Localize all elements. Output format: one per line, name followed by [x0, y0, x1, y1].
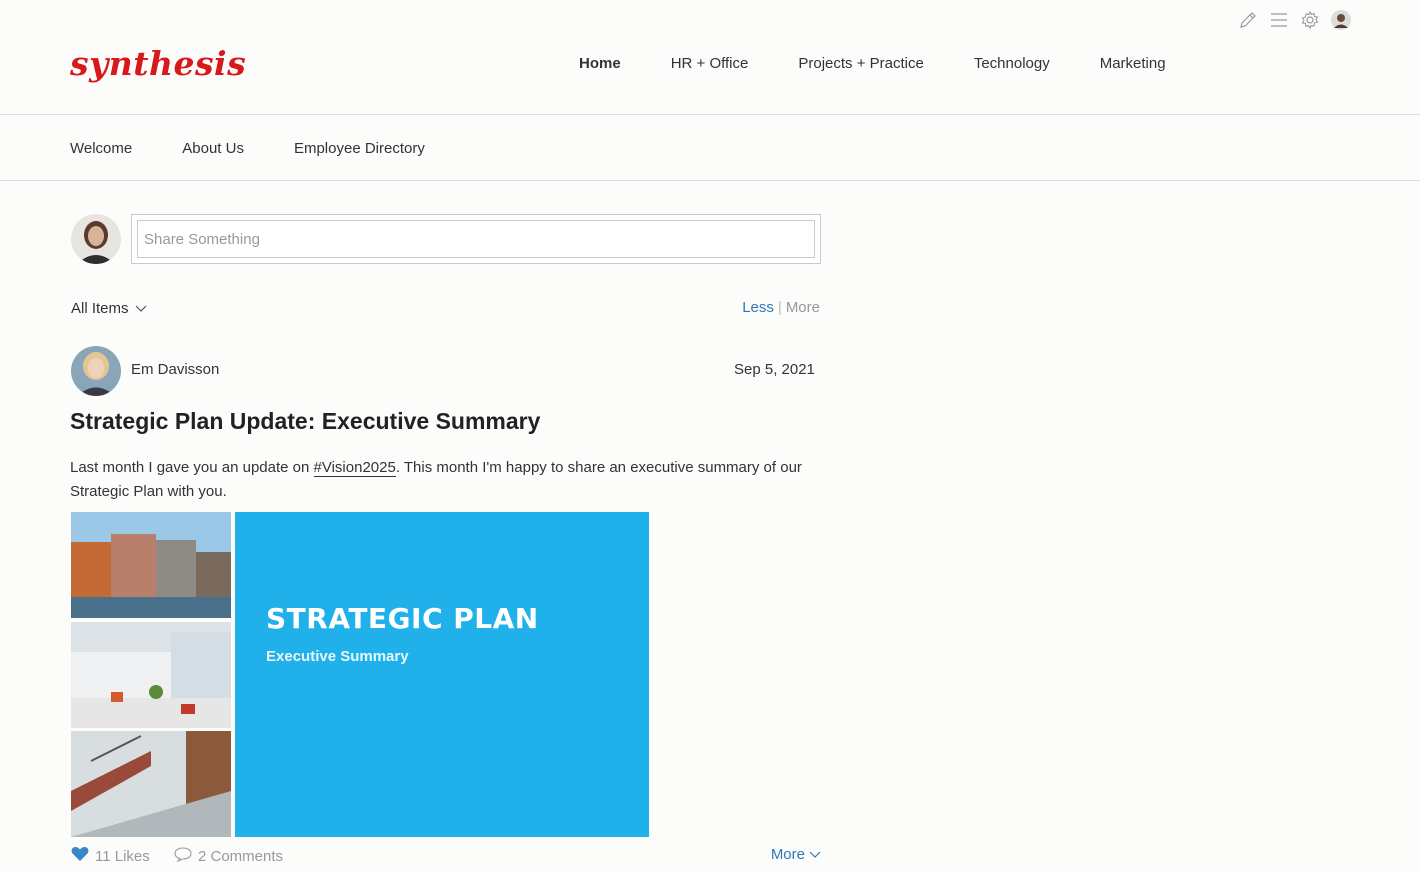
- user-avatar[interactable]: [1329, 8, 1352, 31]
- sub-header: Welcome About Us Employee Directory: [0, 115, 1420, 181]
- lobby-photo: [71, 622, 231, 728]
- cover-subtitle: Executive Summary: [266, 648, 409, 665]
- post-footer: 11 Likes 2 Comments More: [71, 846, 821, 870]
- subnav-about-us[interactable]: About Us: [182, 139, 244, 159]
- main-nav: Home HR + Office Projects + Practice Tec…: [579, 54, 1216, 74]
- cover-title: STRATEGIC PLAN: [266, 602, 539, 635]
- chevron-down-icon: [135, 300, 147, 317]
- separator: |: [777, 299, 782, 316]
- post-body-text: Last month I gave you an update on: [70, 459, 314, 476]
- heart-icon: [71, 846, 89, 866]
- post-title[interactable]: Strategic Plan Update: Executive Summary: [70, 408, 540, 435]
- comments-count: 2 Comments: [198, 847, 284, 865]
- comments-button[interactable]: 2 Comments: [174, 846, 283, 866]
- subnav-employee-directory[interactable]: Employee Directory: [294, 139, 425, 159]
- more-link[interactable]: More: [786, 299, 820, 316]
- chevron-down-icon: [809, 846, 821, 863]
- post-image[interactable]: STRATEGIC PLAN Executive Summary: [71, 512, 649, 837]
- gear-icon[interactable]: [1298, 8, 1321, 31]
- like-button[interactable]: 11 Likes: [71, 846, 150, 866]
- comment-icon: [174, 846, 192, 866]
- share-box: [131, 214, 821, 264]
- header-icons: [1236, 8, 1352, 31]
- subnav-welcome[interactable]: Welcome: [70, 139, 132, 159]
- pencil-icon[interactable]: [1236, 8, 1259, 31]
- post-more-button[interactable]: More: [771, 846, 821, 863]
- filter-label: All Items: [71, 300, 129, 317]
- strategic-plan-cover: STRATEGIC PLAN Executive Summary: [235, 512, 649, 837]
- nav-projects-practice[interactable]: Projects + Practice: [798, 54, 923, 74]
- less-link[interactable]: Less: [742, 299, 774, 316]
- nav-home[interactable]: Home: [579, 54, 621, 74]
- author-avatar[interactable]: [71, 346, 121, 396]
- likes-count: 11 Likes: [95, 847, 150, 865]
- view-toggle: Less | More: [742, 299, 820, 316]
- top-header: synthesis Home HR + Office Projects + Pr…: [0, 0, 1420, 115]
- logo[interactable]: synthesis: [70, 44, 246, 84]
- nav-hr-office[interactable]: HR + Office: [671, 54, 749, 74]
- post-author[interactable]: Em Davisson: [131, 361, 219, 378]
- current-user-avatar[interactable]: [71, 214, 121, 264]
- filter-dropdown[interactable]: All Items: [71, 300, 147, 317]
- building-photo: [71, 512, 231, 618]
- post-more-label: More: [770, 846, 805, 863]
- share-input[interactable]: [137, 220, 815, 258]
- menu-icon[interactable]: [1267, 8, 1290, 31]
- post-date: Sep 5, 2021: [734, 361, 815, 378]
- stairs-photo: [71, 731, 231, 837]
- nav-marketing[interactable]: Marketing: [1100, 54, 1166, 74]
- sub-nav: Welcome About Us Employee Directory: [70, 139, 475, 159]
- nav-technology[interactable]: Technology: [974, 54, 1050, 74]
- post-body: Last month I gave you an update on #Visi…: [70, 456, 822, 504]
- hashtag-link[interactable]: #Vision2025: [313, 459, 396, 477]
